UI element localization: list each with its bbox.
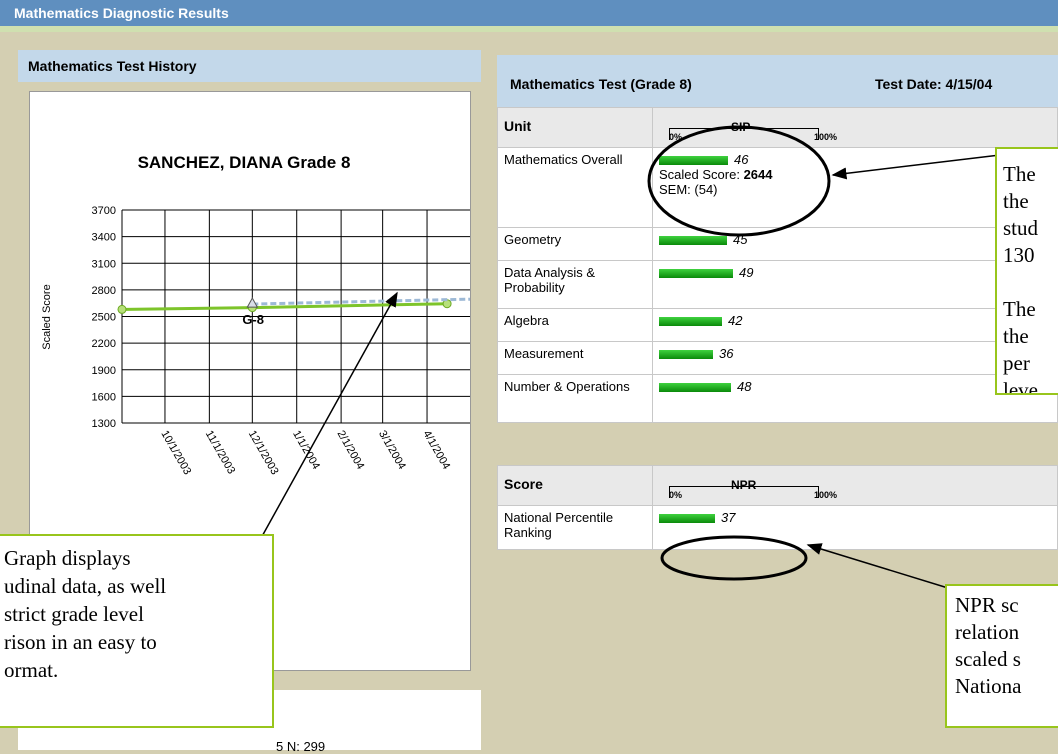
graph-callout: Graph displays udinal data, as well stri…: [0, 534, 274, 728]
y-tick-label: 2800: [92, 285, 116, 297]
scale-high: 100%: [814, 132, 838, 142]
npr-callout-line: NPR sc: [955, 593, 1019, 617]
graph-callout-line: rison in an easy to: [4, 630, 157, 654]
y-tick-label: 1900: [92, 365, 116, 377]
y-tick-label: 2500: [92, 312, 116, 324]
unit-value: 48: [737, 379, 752, 394]
unit-name: Measurement: [497, 341, 653, 375]
graph-callout-line: ormat.: [4, 658, 59, 682]
unit-value: 45: [733, 232, 748, 247]
score-callout: The the stud 130 The the per leve: [995, 147, 1058, 395]
npr-scale-high: 100%: [814, 490, 838, 500]
graph-callout-line: Graph displays: [4, 546, 131, 570]
y-tick-label: 1300: [92, 418, 116, 430]
y-axis-label: Scaled Score: [41, 284, 53, 349]
window-title: Mathematics Diagnostic Results: [14, 5, 229, 21]
score-callout-line: the: [1003, 189, 1029, 213]
window-title-bar: Mathematics Diagnostic Results: [0, 0, 1058, 32]
x-tick-label: 11/1/2003: [203, 429, 237, 477]
score-callout-line: 130: [1003, 243, 1035, 267]
unit-bar: [659, 317, 722, 327]
scaled-score-label: Scaled Score:: [659, 167, 740, 182]
npr-callout-line: Nationa: [955, 674, 1022, 698]
unit-row: Measurement 36: [497, 341, 1058, 375]
graph-callout-line: udinal data, as well: [4, 574, 167, 598]
x-tick-label: 12/1/2003: [246, 429, 281, 477]
unit-rows: Geometry 45 Data Analysis & Probability 49 A…: [497, 227, 1058, 423]
sem-value: SEM: (54): [659, 182, 718, 197]
graph-callout-line: strict grade level: [4, 602, 144, 626]
unit-name: Algebra: [497, 308, 653, 342]
scale-low: 0%: [669, 132, 683, 142]
y-tick-label: 3100: [92, 258, 116, 270]
history-header: Mathematics Test History: [18, 50, 481, 82]
unit-bar: [659, 269, 733, 279]
unit-table: Unit 0% SIP 100% Mathematics Overall 46 …: [497, 107, 1058, 423]
npr-scale-low: 0%: [669, 490, 683, 500]
sip-scale: 0% SIP 100%: [659, 118, 837, 142]
unit-value: 42: [728, 313, 743, 328]
x-tick-label: 4/1/2004: [420, 429, 452, 472]
unit-bar: [659, 350, 713, 360]
unit-value: 36: [719, 346, 734, 361]
unit-row: Data Analysis & Probability 49: [497, 260, 1058, 309]
test-panel: Mathematics Test (Grade 8) Test Date: 4/…: [497, 55, 1058, 575]
x-tick-label: 10/1/2003: [158, 429, 193, 477]
history-partial-text: 5 N: 299: [276, 739, 326, 754]
score-callout-line: leve: [1003, 378, 1038, 395]
y-tick-label: 3700: [92, 205, 116, 217]
test-date: Test Date: 4/15/04: [875, 76, 993, 92]
overall-bar: [659, 156, 728, 166]
y-tick-label: 3400: [92, 232, 116, 244]
sip-label: SIP: [731, 120, 751, 134]
sip-scale-header: 0% SIP 100%: [652, 107, 1058, 148]
npr-scale: 0% NPR 100%: [659, 476, 837, 500]
y-tick-label: 2200: [92, 338, 116, 350]
npr-callout: NPR sc relation scaled s Nationa: [945, 584, 1058, 728]
overall-value: 46: [734, 152, 749, 167]
unit-column-header: Unit: [497, 107, 653, 148]
x-tick-label: 1/1/2004: [290, 429, 322, 472]
score-callout-line: per: [1003, 351, 1030, 375]
unit-table-header: Unit 0% SIP 100%: [497, 107, 1058, 148]
unit-name: Data Analysis & Probability: [497, 260, 653, 309]
y-tick-label: 1600: [92, 391, 116, 403]
npr-label: NPR: [731, 478, 757, 492]
npr-bar: [659, 514, 715, 524]
scaled-score-value: 2644: [743, 167, 773, 182]
unit-name: Geometry: [497, 227, 653, 261]
npr-scale-header: 0% NPR 100%: [652, 465, 1058, 506]
unit-row: Number & Operations 48: [497, 374, 1058, 423]
unit-row: Algebra 42: [497, 308, 1058, 342]
overall-row: Mathematics Overall 46 Scaled Score: 264…: [497, 147, 1058, 228]
overall-name: Mathematics Overall: [497, 147, 653, 228]
x-tick-label: 2/1/2004: [335, 429, 367, 472]
score-callout-line: The: [1003, 297, 1036, 321]
score-table-header: Score 0% NPR 100%: [497, 465, 1058, 506]
score-callout-line: the: [1003, 324, 1029, 348]
grade-marker-label: G-8: [242, 312, 264, 327]
chart-title: SANCHEZ, DIANA Grade 8: [138, 153, 351, 172]
score-callout-line: The: [1003, 162, 1036, 186]
unit-name: Number & Operations: [497, 374, 653, 423]
unit-value: 49: [739, 265, 754, 280]
npr-callout-line: scaled s: [955, 647, 1021, 671]
npr-cell: 37: [652, 505, 1058, 550]
score-callout-gap: [1003, 269, 1058, 296]
score-column-header: Score: [497, 465, 653, 506]
npr-callout-line: relation: [955, 620, 1020, 644]
student-score-point: [117, 304, 127, 314]
x-tick-label: 3/1/2004: [376, 429, 408, 472]
npr-value: 37: [721, 510, 736, 525]
test-title: Mathematics Test (Grade 8): [510, 76, 692, 92]
unit-bar: [659, 236, 727, 246]
unit-bar: [659, 383, 731, 393]
score-table: Score 0% NPR 100% National Percentile Ra…: [497, 465, 1058, 550]
score-callout-line: stud: [1003, 216, 1039, 240]
npr-name: National Percentile Ranking: [497, 505, 653, 550]
test-header: Mathematics Test (Grade 8) Test Date: 4/…: [497, 55, 1058, 107]
unit-row: Geometry 45: [497, 227, 1058, 261]
title-stripe: [0, 26, 1058, 32]
npr-row: National Percentile Ranking 37: [497, 505, 1058, 550]
